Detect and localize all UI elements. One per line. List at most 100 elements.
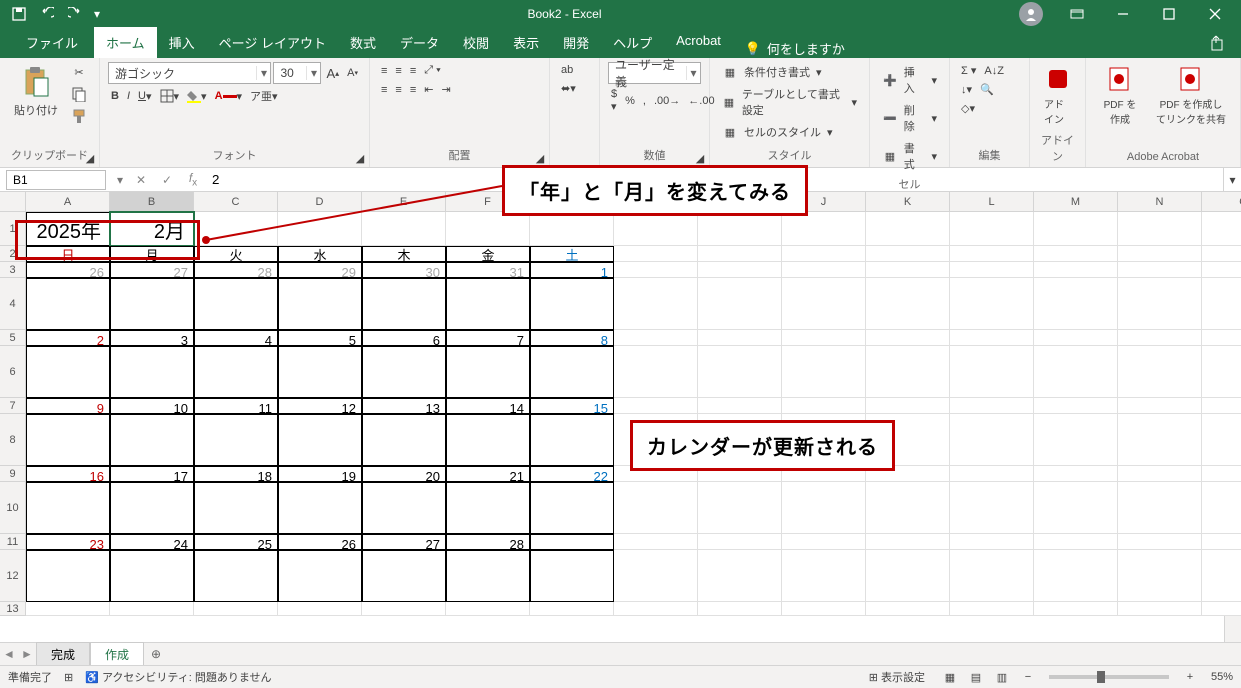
calendar-day[interactable]: 26 [26, 262, 110, 278]
insert-cells-button[interactable]: ➕挿入 ▾ [878, 62, 941, 98]
align-left-icon[interactable]: ≡ [378, 82, 390, 98]
select-all-corner[interactable] [0, 192, 26, 212]
tab-校閲[interactable]: 校閲 [451, 27, 501, 58]
calendar-note[interactable] [26, 482, 110, 534]
column-header-O[interactable]: O [1202, 192, 1241, 212]
calendar-note[interactable] [362, 482, 446, 534]
zoom-in-button[interactable]: + [1177, 668, 1203, 686]
calendar-note[interactable] [110, 414, 194, 466]
calendar-day[interactable]: 17 [110, 466, 194, 482]
weekday-header[interactable]: 水 [278, 246, 362, 262]
column-header-N[interactable]: N [1118, 192, 1202, 212]
align-right-icon[interactable]: ≡ [407, 82, 419, 98]
create-share-pdf-button[interactable]: PDF を作成してリンクを共有 [1150, 62, 1232, 130]
calendar-day[interactable]: 25 [194, 534, 278, 550]
calendar-day[interactable]: 2 [26, 330, 110, 346]
tab-Acrobat[interactable]: Acrobat [664, 27, 733, 58]
align-middle-icon[interactable]: ≡ [392, 63, 404, 79]
calendar-day[interactable]: 12 [278, 398, 362, 414]
row-header-5[interactable]: 5 [0, 330, 26, 346]
tab-ページ レイアウト[interactable]: ページ レイアウト [207, 27, 338, 58]
orientation-icon[interactable]: ⤢ ▾ [421, 62, 443, 79]
tab-ヘルプ[interactable]: ヘルプ [601, 27, 664, 58]
qat-customize-icon[interactable]: ▾ [90, 3, 104, 25]
format-as-table-button[interactable]: ▦テーブルとして書式設定 ▾ [718, 84, 861, 120]
calendar-note[interactable] [278, 550, 362, 602]
calendar-note[interactable] [278, 346, 362, 398]
tab-データ[interactable]: データ [388, 27, 451, 58]
comma-format-button[interactable]: , [640, 93, 649, 109]
calendar-day[interactable]: 11 [194, 398, 278, 414]
calendar-note[interactable] [26, 346, 110, 398]
calendar-day[interactable]: 14 [446, 398, 530, 414]
calendar-note[interactable] [446, 278, 530, 330]
calendar-note[interactable] [446, 482, 530, 534]
calendar-day[interactable]: 27 [362, 534, 446, 550]
zoom-level[interactable]: 55% [1211, 671, 1233, 683]
fx-icon[interactable]: fx [180, 171, 206, 188]
calendar-day[interactable]: 27 [110, 262, 194, 278]
calendar-day[interactable]: 20 [362, 466, 446, 482]
status-accessibility[interactable]: ♿ アクセシビリティ: 問題ありません [85, 669, 271, 685]
calendar-day[interactable]: 16 [26, 466, 110, 482]
column-header-D[interactable]: D [278, 192, 362, 212]
number-dialog-launcher[interactable]: ◢ [693, 151, 707, 165]
row-header-9[interactable]: 9 [0, 466, 26, 482]
column-header-A[interactable]: A [26, 192, 110, 212]
row-header-11[interactable]: 11 [0, 534, 26, 550]
cell-grid[interactable]: 2025年2月日月火水木金土26272829303112345678910111… [26, 212, 1224, 642]
border-button[interactable]: ▾ [157, 87, 183, 105]
calendar-note[interactable] [194, 414, 278, 466]
calendar-day[interactable]: 9 [26, 398, 110, 414]
calendar-day[interactable]: 19 [278, 466, 362, 482]
calendar-note[interactable] [362, 414, 446, 466]
clipboard-dialog-launcher[interactable]: ◢ [83, 151, 97, 165]
row-header-13[interactable]: 13 [0, 602, 26, 616]
ribbon-display-options-icon[interactable] [1055, 0, 1099, 28]
zoom-slider[interactable] [1049, 675, 1169, 679]
calendar-note[interactable] [278, 414, 362, 466]
conditional-formatting-button[interactable]: ▦条件付き書式 ▾ [718, 62, 826, 82]
undo-icon[interactable] [34, 3, 60, 25]
calendar-day[interactable]: 8 [530, 330, 614, 346]
calendar-note[interactable] [278, 278, 362, 330]
zoom-out-button[interactable]: − [1015, 668, 1041, 686]
decrease-font-icon[interactable]: A▾ [344, 65, 361, 81]
calendar-note[interactable] [26, 550, 110, 602]
align-center-icon[interactable]: ≡ [392, 82, 404, 98]
decrease-indent-icon[interactable]: ⇤ [421, 81, 436, 98]
weekday-header[interactable]: 木 [362, 246, 446, 262]
calendar-note[interactable] [26, 414, 110, 466]
calendar-day[interactable]: 6 [362, 330, 446, 346]
column-header-C[interactable]: C [194, 192, 278, 212]
copy-button[interactable] [68, 84, 90, 104]
account-avatar[interactable] [1019, 2, 1043, 26]
calendar-note[interactable] [446, 550, 530, 602]
weekday-header[interactable]: 火 [194, 246, 278, 262]
calendar-day[interactable]: 28 [446, 534, 530, 550]
redo-icon[interactable] [62, 3, 88, 25]
tab-開発[interactable]: 開発 [551, 27, 601, 58]
calendar-note[interactable] [446, 414, 530, 466]
font-size-combo[interactable]: 30▾ [273, 62, 321, 84]
column-header-K[interactable]: K [866, 192, 950, 212]
calendar-day[interactable]: 4 [194, 330, 278, 346]
calendar-note[interactable] [362, 550, 446, 602]
column-header-E[interactable]: E [362, 192, 446, 212]
autosum-button[interactable]: Σ ▾ [958, 62, 979, 79]
align-top-icon[interactable]: ≡ [378, 63, 390, 79]
column-header-M[interactable]: M [1034, 192, 1118, 212]
row-header-7[interactable]: 7 [0, 398, 26, 414]
underline-button[interactable]: U ▾ [135, 88, 154, 105]
calendar-day[interactable]: 15 [530, 398, 614, 414]
cut-button[interactable]: ✂ [68, 62, 90, 82]
row-header-4[interactable]: 4 [0, 278, 26, 330]
tab-file[interactable]: ファイル [10, 27, 94, 58]
calendar-note[interactable] [110, 482, 194, 534]
merge-center-button[interactable]: ⬌ ▾ [558, 80, 579, 97]
calendar-note[interactable] [362, 278, 446, 330]
font-color-button[interactable]: A ▾ [212, 88, 245, 105]
row-header-3[interactable]: 3 [0, 262, 26, 278]
calendar-day[interactable] [530, 534, 614, 550]
clear-button[interactable]: ◇ ▾ [958, 100, 978, 117]
